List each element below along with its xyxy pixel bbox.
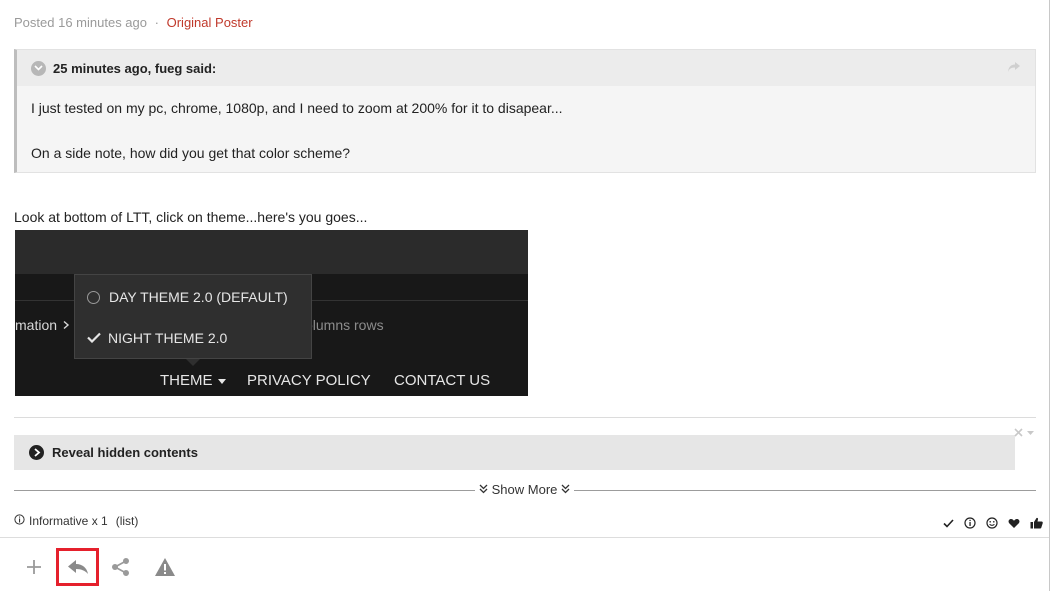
menu-option-day-theme: DAY THEME 2.0 (DEFAULT) (87, 289, 288, 305)
post-meta: Posted 16 minutes ago · Original Poster (14, 15, 253, 30)
reaction-summary: Informative x 1 (list) (14, 514, 138, 528)
show-more-button[interactable]: Show More (475, 482, 574, 497)
quote-citation: 25 minutes ago, fueg said: (53, 60, 217, 76)
menu-option-label: NIGHT THEME 2.0 (108, 330, 228, 346)
post-actions (0, 548, 200, 586)
info-icon[interactable] (962, 515, 978, 531)
double-chevron-down-icon (479, 482, 492, 497)
chevron-right-icon (61, 317, 71, 333)
thumbs-up-icon[interactable] (1028, 515, 1044, 531)
footer-theme-link: THEME (160, 372, 227, 389)
content-divider (14, 417, 1036, 418)
check-icon[interactable] (940, 515, 956, 531)
check-icon (87, 330, 101, 346)
spoiler-close-icon[interactable] (1014, 428, 1036, 441)
smiley-icon[interactable] (984, 515, 1000, 531)
plus-icon[interactable] (14, 548, 54, 586)
screenshot-breadcrumb: mation (15, 317, 71, 333)
radio-empty-icon (87, 290, 100, 304)
double-chevron-down-icon (561, 482, 570, 497)
spoiler-reveal-button[interactable]: Reveal hidden contents (14, 435, 1015, 470)
reaction-list-link[interactable]: (list) (116, 514, 139, 528)
screenshot-faded-text: olumns rows (305, 317, 384, 333)
menu-option-night-theme: NIGHT THEME 2.0 (87, 330, 227, 346)
reply-text: Look at bottom of LTT, click on theme...… (14, 209, 368, 225)
embedded-screenshot[interactable]: mation olumns rows DAY THEME 2.0 (DEFAUL… (15, 230, 528, 396)
quote-block: 25 minutes ago, fueg said: I just tested… (14, 49, 1036, 173)
info-icon (14, 514, 25, 528)
share-arrow-icon[interactable] (1007, 60, 1021, 78)
caret-down-icon (217, 372, 227, 389)
reaction-bar (940, 515, 1044, 531)
breadcrumb-text: mation (15, 317, 58, 333)
meta-separator: · (154, 15, 159, 30)
reply-icon[interactable] (56, 548, 99, 586)
footer-contact-link: CONTACT US (394, 372, 491, 389)
warning-icon[interactable] (145, 548, 185, 586)
menu-option-label: DAY THEME 2.0 (DEFAULT) (109, 289, 288, 305)
footer-privacy-link: PRIVACY POLICY (247, 372, 371, 389)
actions-divider (0, 537, 1049, 538)
original-poster-badge: Original Poster (166, 15, 253, 30)
chevron-down-icon[interactable] (31, 60, 46, 76)
spoiler-label: Reveal hidden contents (52, 445, 198, 460)
menu-notch (186, 359, 200, 366)
quote-header: 25 minutes ago, fueg said: (17, 50, 1035, 86)
chevron-right-icon (29, 445, 44, 460)
quote-line: On a side note, how did you get that col… (31, 145, 351, 161)
posted-time[interactable]: 16 minutes ago (58, 15, 147, 30)
posted-label: Posted (14, 15, 55, 30)
page-right-border (1049, 0, 1050, 591)
show-more-label: Show More (491, 482, 558, 497)
footer-theme-label: THEME (160, 372, 213, 389)
heart-icon[interactable] (1006, 515, 1022, 531)
theme-dropdown-menu: DAY THEME 2.0 (DEFAULT) NIGHT THEME 2.0 (74, 274, 312, 359)
share-icon[interactable] (101, 548, 141, 586)
reaction-count: Informative x 1 (29, 514, 108, 528)
screenshot-topbar (15, 230, 528, 274)
quote-line: I just tested on my pc, chrome, 1080p, a… (31, 100, 563, 116)
